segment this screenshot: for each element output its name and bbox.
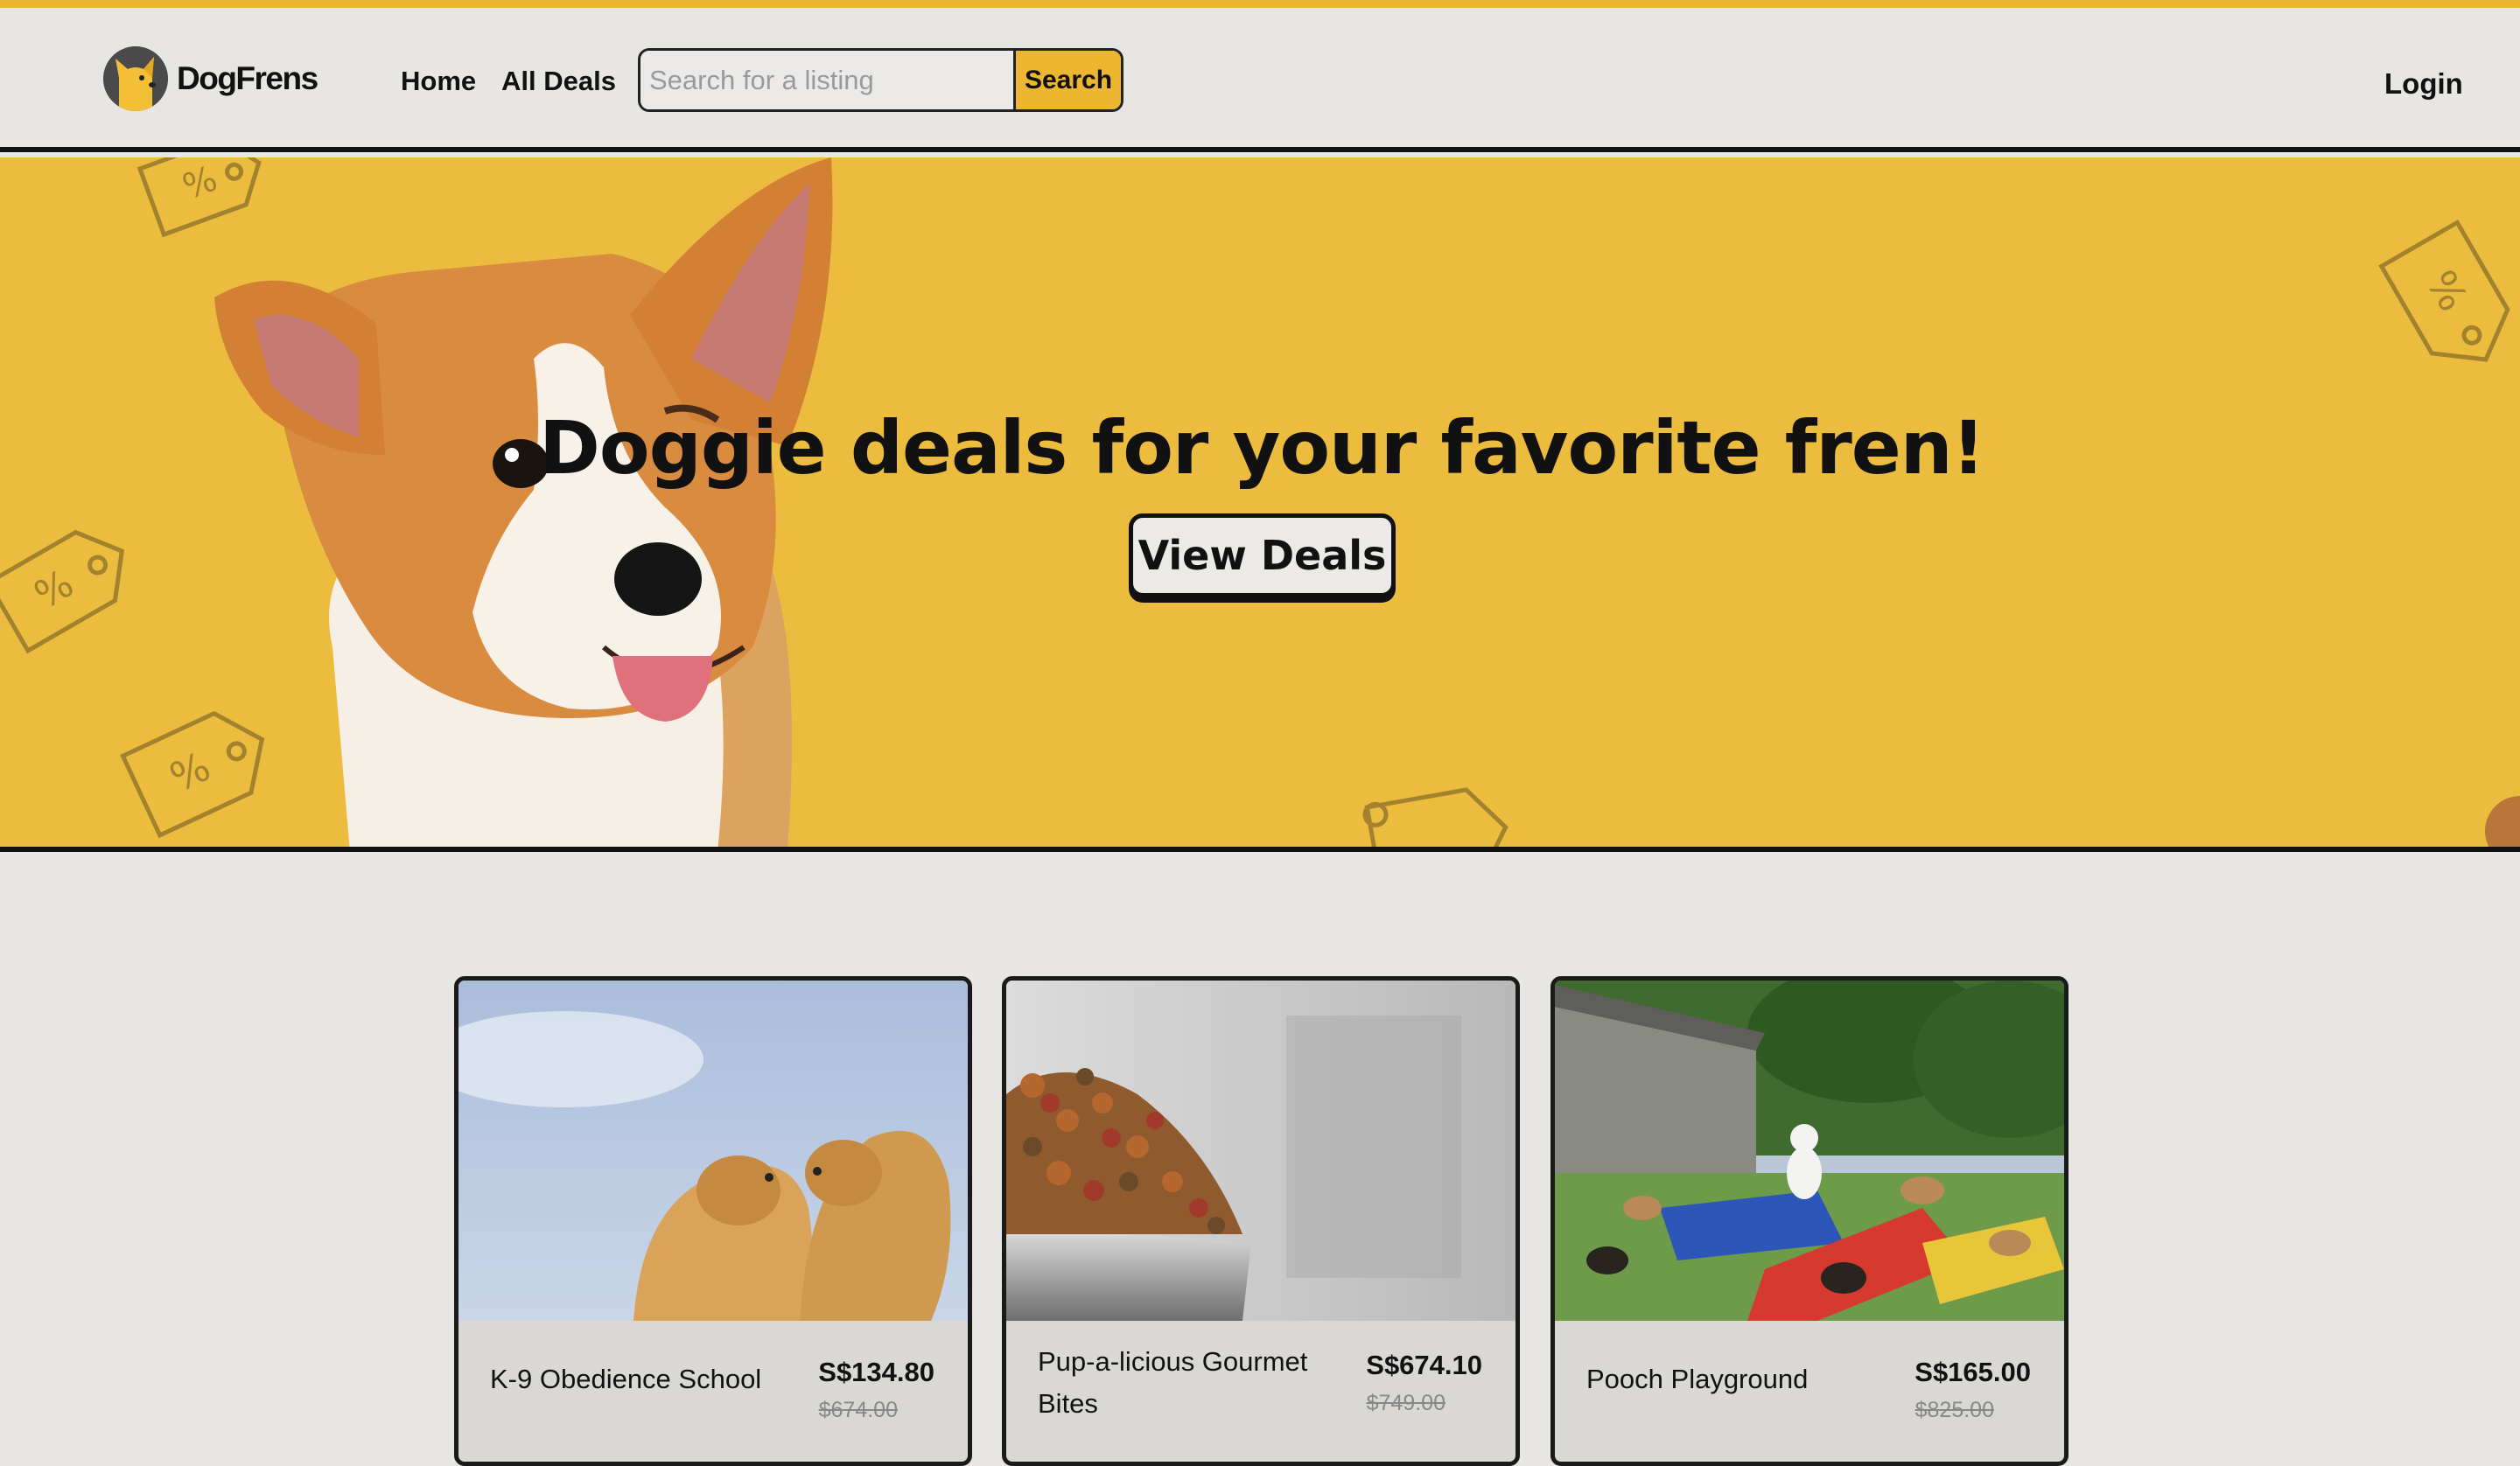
brand-name: DogFrens <box>177 60 318 96</box>
price-tag-icon: % <box>0 529 125 654</box>
deal-original-price: $749.00 <box>1366 1391 1446 1415</box>
deal-card[interactable]: K-9 Obedience School S$134.80 $674.00 <box>454 976 972 1466</box>
deal-price: S$134.80 <box>818 1357 934 1387</box>
view-deals-button[interactable]: View Deals <box>1129 513 1396 597</box>
price-tag-icon: % <box>2378 219 2510 362</box>
deal-title: K-9 Obedience School <box>490 1364 762 1394</box>
price-tag-icon <box>1362 787 1508 847</box>
puppies-photo <box>458 981 968 1321</box>
search-bar: Search <box>638 48 1124 112</box>
login-link[interactable]: Login <box>2384 69 2463 98</box>
deal-title: Pooch Playground <box>1586 1364 1809 1394</box>
svg-text:%: % <box>163 743 217 801</box>
deal-card-body: K-9 Obedience School S$134.80 $674.00 <box>458 1321 968 1462</box>
svg-text:%: % <box>178 158 222 207</box>
deal-price: S$165.00 <box>1914 1357 2031 1387</box>
nav-all-deals-link[interactable]: All Deals <box>501 67 616 94</box>
deal-title: Pup-a-licious Gourmet Bites <box>1038 1346 1308 1419</box>
price-tag-icon: % <box>136 157 262 238</box>
brand[interactable]: DogFrens <box>103 46 318 111</box>
deal-card-body: Pooch Playground S$165.00 $825.00 <box>1555 1321 2064 1462</box>
deal-original-price: $674.00 <box>818 1398 898 1422</box>
dog-food-bowl-photo <box>1006 981 1516 1321</box>
dog-playground-photo <box>1555 981 2064 1321</box>
navbar: DogFrens Home All Deals Search Login <box>0 8 2520 152</box>
deal-card-body: Pup-a-licious Gourmet Bites S$674.10 $74… <box>1006 1321 1516 1462</box>
deal-original-price: $825.00 <box>1914 1398 1994 1422</box>
nav-home-link[interactable]: Home <box>401 67 476 94</box>
svg-text:%: % <box>2417 262 2477 319</box>
deal-card[interactable]: Pooch Playground S$165.00 $825.00 <box>1550 976 2068 1466</box>
search-button[interactable]: Search <box>1013 51 1121 109</box>
corgi-photo <box>214 157 833 847</box>
top-accent-stripe <box>0 0 2520 8</box>
deal-price: S$674.10 <box>1366 1350 1482 1380</box>
hero-illustration: % % % % <box>0 157 2520 847</box>
search-input[interactable] <box>640 51 1013 109</box>
deal-card[interactable]: Pup-a-licious Gourmet Bites S$674.10 $74… <box>1002 976 1520 1466</box>
dog-logo-icon <box>103 46 168 111</box>
price-tag-icon: % <box>120 710 265 839</box>
hero-title: Doggie deals for your favorite fren! <box>539 405 1985 491</box>
svg-text:%: % <box>27 562 81 618</box>
hero-banner: % % % % Doggie deals for your favorite f… <box>0 157 2520 852</box>
